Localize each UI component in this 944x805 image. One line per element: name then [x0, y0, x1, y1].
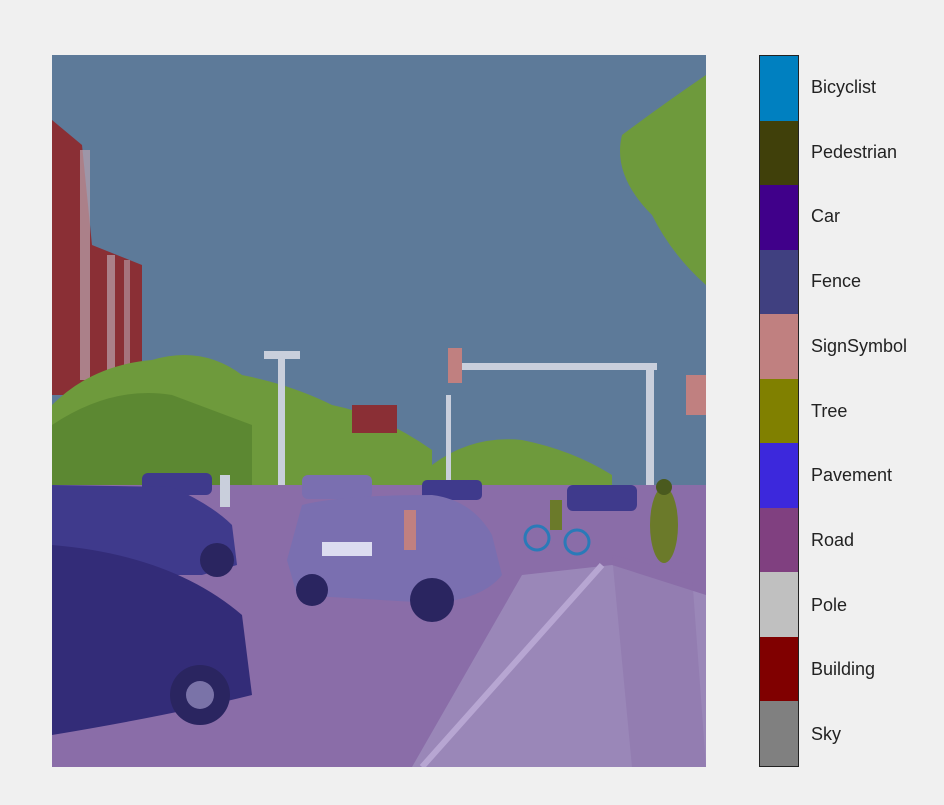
colorbar-swatch-building — [760, 636, 798, 702]
car-distant — [567, 485, 637, 511]
car-wheel — [410, 578, 454, 622]
pedestrian-left — [220, 475, 230, 507]
colorbar-label-bicyclist: Bicyclist — [811, 76, 877, 97]
colorbar-label-pavement: Pavement — [811, 465, 893, 486]
colorbar-swatch-fence — [760, 249, 798, 315]
car-wheel — [200, 543, 234, 577]
pedestrian-right — [650, 487, 678, 563]
colorbar-label-car: Car — [811, 206, 841, 227]
colorbar-label-fence: Fence — [811, 271, 862, 292]
pole-left — [278, 355, 285, 495]
car-taillight — [404, 510, 416, 550]
colorbar-swatch-pavement — [760, 443, 798, 508]
colorbar-label-pole: Pole — [811, 594, 848, 615]
bicyclist-body — [550, 500, 562, 530]
colorbar-label-tree: Tree — [811, 400, 848, 421]
license-plate — [322, 542, 372, 556]
colorbar-labels: Bicyclist Pedestrian Car Fence SignSymbol Tre… — [811, 55, 941, 767]
colorbar-label-signsymbol: SignSymbol — [811, 335, 908, 356]
colorbar-swatch-car — [760, 185, 798, 250]
colorbar-label-sky: Sky — [811, 724, 842, 745]
colorbar-label-road: Road — [811, 530, 855, 550]
colorbar-label-building: Building — [811, 659, 876, 680]
colorbar-swatch-tree — [760, 378, 798, 444]
colorbar-swatch-pedestrian — [760, 120, 798, 186]
building-distant — [352, 405, 397, 433]
traffic-light — [448, 348, 462, 383]
pedestrian-head — [656, 479, 672, 495]
street-scene — [52, 55, 706, 767]
figure-window: Bicyclist Pedestrian Car Fence SignSymbol Tre… — [0, 0, 944, 805]
colorbar-label-pedestrian: Pedestrian — [811, 141, 898, 162]
building-window-strip — [80, 150, 90, 380]
colorbar-swatch-sky — [760, 701, 798, 767]
car-distant — [302, 475, 372, 499]
segmentation-overlay-image — [52, 55, 706, 767]
colorbar-swatch-road — [760, 507, 798, 573]
colorbar-swatch-pole — [760, 572, 798, 637]
traffic-light-arm — [457, 363, 657, 370]
colorbar — [759, 55, 799, 767]
building-window-strip — [107, 255, 115, 385]
colorbar-swatch-signsymbol — [760, 314, 798, 379]
pole-right — [646, 370, 654, 490]
car-wheel — [296, 574, 328, 606]
car-wheel-rim — [186, 681, 214, 709]
colorbar-swatch-bicyclist — [760, 56, 798, 121]
building-window-strip — [124, 260, 130, 380]
pole-left-arm — [264, 351, 300, 359]
sign-right — [686, 375, 706, 415]
